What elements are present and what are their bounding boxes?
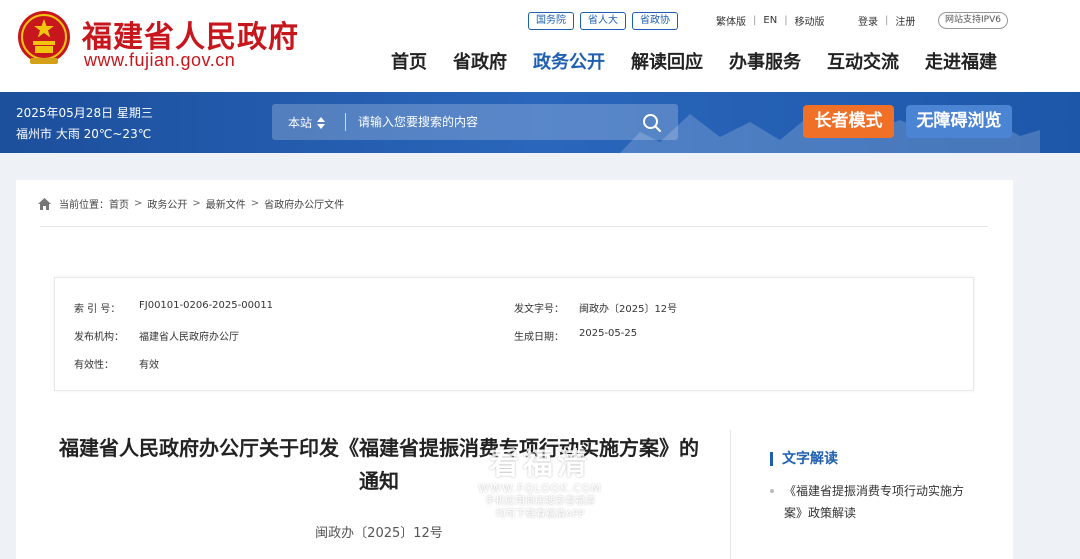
nav-home[interactable]: 首页	[378, 48, 440, 74]
elder-mode-button[interactable]: 长者模式	[803, 105, 894, 138]
breadcrumb: 当前位置： 首页 > 政务公开 > 最新文件 > 省政府办公厅文件	[38, 196, 344, 211]
nav-interaction[interactable]: 互动交流	[814, 48, 912, 74]
nav-about-fujian[interactable]: 走进福建	[912, 48, 1010, 74]
current-date: 2025年05月28日 星期三	[16, 106, 153, 120]
register-link[interactable]: 注册	[895, 13, 915, 28]
meta-value: 闽政办〔2025〕12号	[579, 304, 678, 315]
meta-index-row: 索 引 号： FJ00101-0206-2025-00011	[74, 300, 273, 315]
meta-label: 生成日期：	[514, 332, 564, 343]
search-bar: 本站	[272, 104, 678, 140]
main-nav: 首页 省政府 政务公开 解读回应 办事服务 互动交流 走进福建	[378, 48, 1010, 74]
link-state-council[interactable]: 国务院	[528, 12, 574, 30]
language-links: 繁体版 | EN | 移动版	[716, 13, 825, 28]
breadcrumb-separator: >	[192, 198, 201, 209]
accessible-browse-button[interactable]: 无障碍浏览	[906, 105, 1012, 138]
meta-value: 福建省人民政府办公厅	[139, 332, 239, 343]
site-header: 福建省人民政府 www.fujian.gov.cn 国务院 省人大 省政协 繁体…	[0, 0, 1080, 92]
breadcrumb-prefix: 当前位置：	[59, 200, 109, 211]
ipv6-badge: 网站支持IPV6	[938, 12, 1008, 29]
login-link[interactable]: 登录	[858, 13, 878, 28]
article-doc-number: 闽政办〔2025〕12号	[315, 526, 443, 541]
search-scope-select[interactable]: 本站	[288, 114, 326, 131]
weather-info: 福州市 大雨 20℃~23℃	[16, 127, 152, 141]
breadcrumb-office-docs[interactable]: 省政府办公厅文件	[264, 196, 344, 211]
site-url[interactable]: www.fujian.gov.cn	[84, 50, 235, 71]
watermark-line: 均可下载看福清APP	[495, 509, 585, 520]
breadcrumb-gov-affairs[interactable]: 政务公开	[147, 196, 187, 211]
nav-government[interactable]: 省政府	[440, 48, 520, 74]
meta-label: 发布机构：	[74, 332, 124, 343]
watermark-brand: 看福清	[489, 447, 591, 482]
meta-issuer-row: 发布机构： 福建省人民政府办公厅	[74, 328, 239, 343]
account-links: 登录 | 注册	[858, 13, 915, 28]
separator: |	[753, 15, 757, 26]
column-divider	[730, 430, 731, 559]
sidebar-heading: 文字解读	[770, 452, 838, 466]
bullet-icon	[770, 489, 774, 493]
meta-validity-row: 有效性： 有效	[74, 356, 159, 371]
meta-label: 有效性：	[74, 360, 114, 371]
sidebar-link-text[interactable]: 《福建省提振消费专项行动实施方案》政策解读	[770, 480, 980, 524]
breadcrumb-separator: >	[250, 198, 260, 209]
meta-label: 发文字号：	[514, 304, 564, 315]
search-scope-label: 本站	[288, 116, 313, 130]
search-input[interactable]	[358, 111, 618, 133]
breadcrumb-home[interactable]: 首页	[109, 196, 129, 211]
nav-services[interactable]: 办事服务	[716, 48, 814, 74]
link-mobile[interactable]: 移动版	[795, 13, 825, 28]
top-links: 国务院 省人大 省政协	[528, 12, 678, 30]
meta-docnum-row: 发文字号： 闽政办〔2025〕12号	[514, 300, 677, 315]
search-icon[interactable]	[642, 113, 662, 133]
national-emblem-icon[interactable]	[16, 10, 72, 68]
meta-date-row: 生成日期： 2025-05-25	[514, 328, 637, 343]
link-traditional[interactable]: 繁体版	[716, 13, 746, 28]
separator: |	[784, 15, 788, 26]
document-metadata: 索 引 号： FJ00101-0206-2025-00011 发文字号： 闽政办…	[54, 277, 974, 391]
divider	[40, 226, 988, 227]
meta-value: 2025-05-25	[579, 328, 638, 339]
sidebar-link-policy-interpretation[interactable]: 《福建省提振消费专项行动实施方案》政策解读	[770, 480, 980, 524]
link-provincial-cppcc[interactable]: 省政协	[632, 12, 678, 30]
meta-value: 有效	[139, 360, 159, 371]
watermark-line: 手机应用商店搜索看福清	[485, 496, 595, 507]
link-provincial-congress[interactable]: 省人大	[580, 12, 626, 30]
link-english[interactable]: EN	[763, 15, 777, 26]
separator: |	[885, 15, 889, 26]
sort-arrows-icon	[317, 116, 326, 129]
nav-interpretation[interactable]: 解读回应	[618, 48, 716, 74]
nav-gov-affairs[interactable]: 政务公开	[520, 48, 618, 74]
breadcrumb-separator: >	[134, 198, 143, 209]
home-icon	[38, 197, 51, 210]
banner-bar: 2025年05月28日 星期三 福州市 大雨 20℃~23℃ 本站 长者模式 无…	[0, 92, 1080, 153]
search-divider	[345, 113, 346, 131]
watermark: 看福清 WWW.FQLOOK.COM 手机应用商店搜索看福清 均可下载看福清AP…	[470, 448, 610, 521]
breadcrumb-latest-docs[interactable]: 最新文件	[206, 196, 246, 211]
watermark-url: WWW.FQLOOK.COM	[478, 482, 602, 495]
meta-label: 索 引 号：	[74, 304, 121, 315]
meta-value: FJ00101-0206-2025-00011	[139, 300, 274, 311]
